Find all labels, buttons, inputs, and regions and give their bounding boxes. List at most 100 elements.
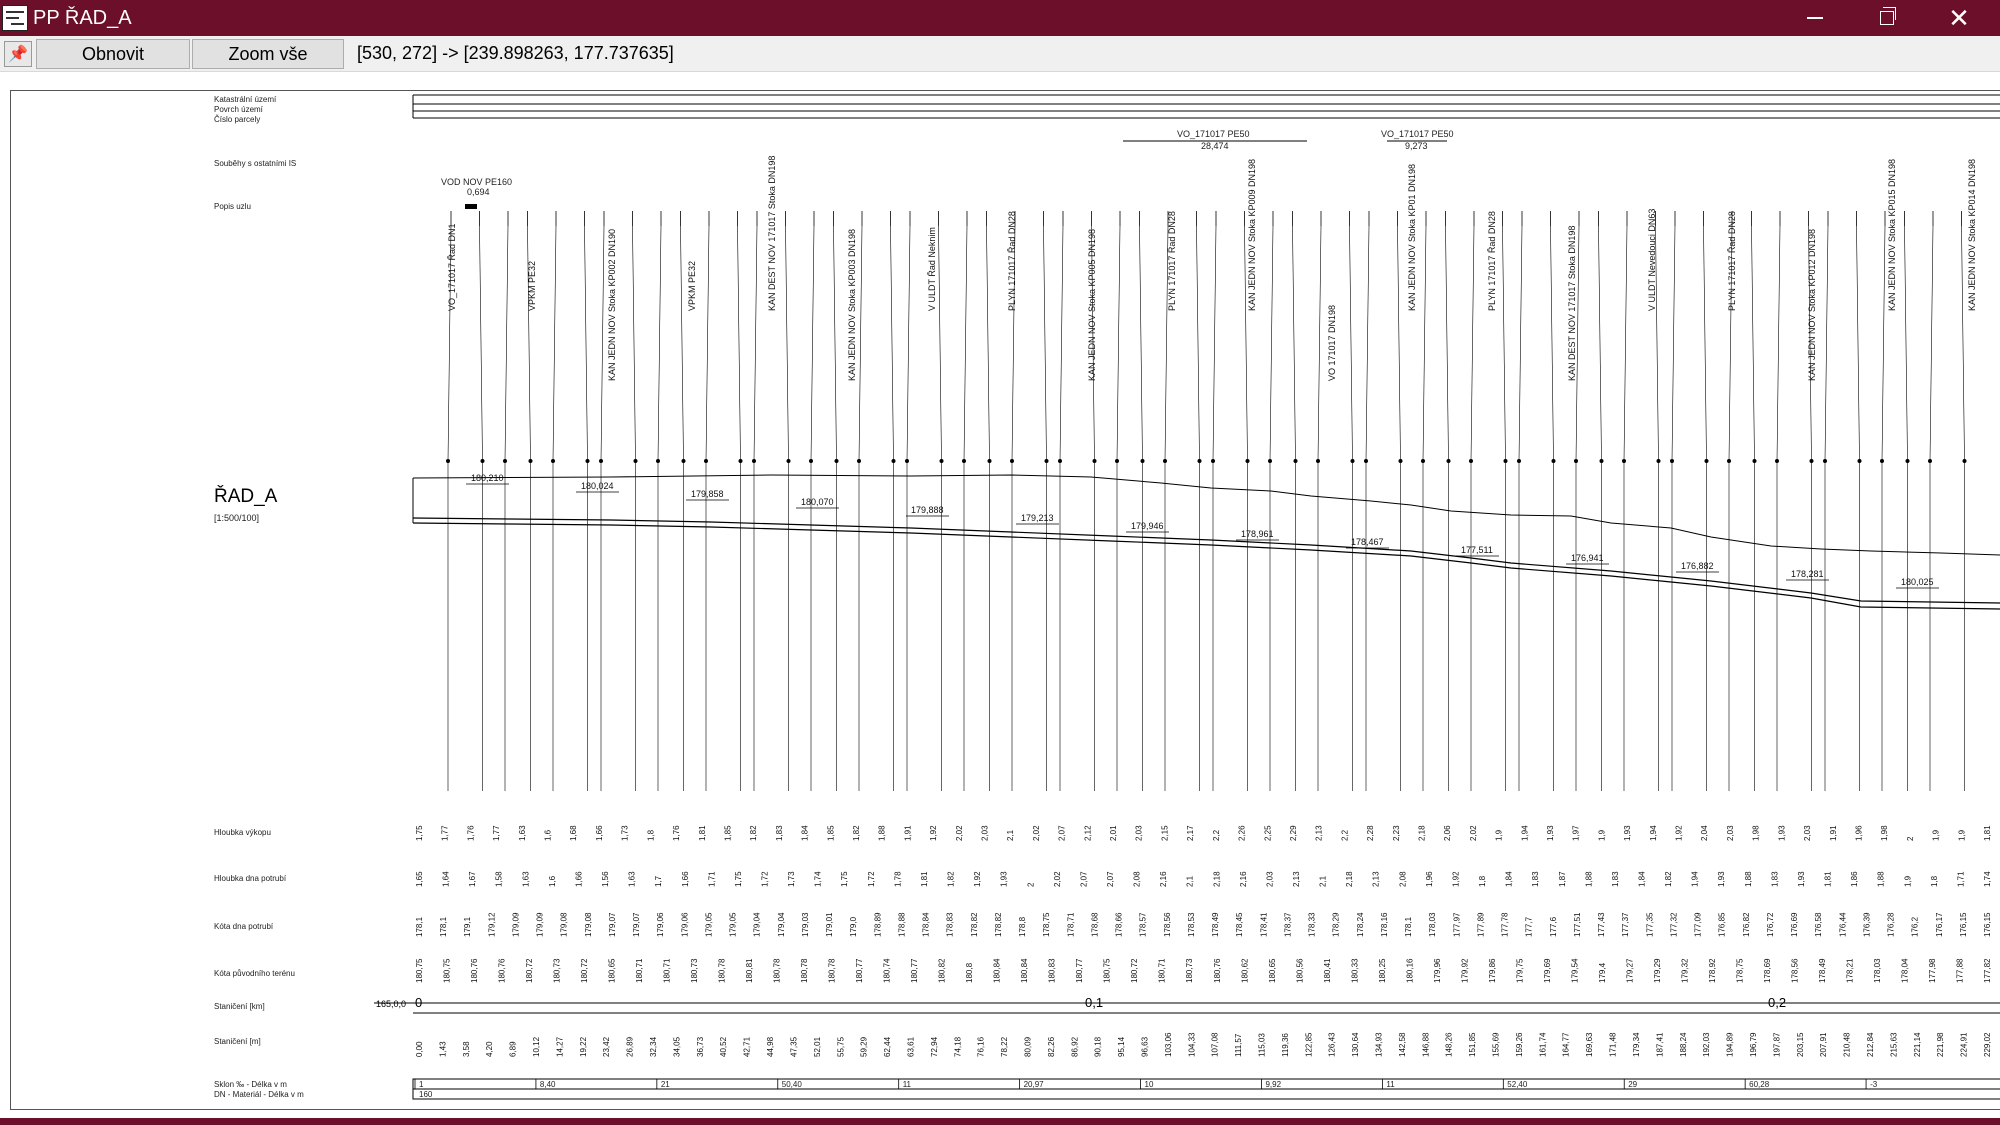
- pipe-depth-value: 2,1: [1186, 875, 1195, 887]
- depth-value: 1,75: [415, 825, 424, 841]
- pipe-level-value: 179,06: [656, 912, 665, 937]
- node-label: KAN JEDN NOV Stoka KP005 DN198: [1087, 229, 1097, 381]
- pin-button[interactable]: 📌: [4, 41, 32, 67]
- minimize-button[interactable]: [1780, 0, 1850, 36]
- pipe-depth-value: 1,75: [734, 871, 743, 887]
- pipe-level-value: 178,84: [922, 912, 931, 937]
- terrain-level-value: 180,77: [855, 958, 864, 983]
- pipe-level-value: 178,16: [1380, 912, 1389, 937]
- station-m-value: 107,08: [1211, 1032, 1220, 1057]
- crossing-label: VO_171017 PE50: [1177, 129, 1250, 139]
- pipe-depth-value: 1,66: [574, 871, 583, 887]
- depth-value: 1,85: [826, 825, 835, 841]
- station-m-value: 146,88: [1421, 1032, 1430, 1057]
- leader-line: [1212, 225, 1217, 462]
- node-labels: VO_171017 Řad DN1 VPKM PE32 KAN JEDN NOV S…: [447, 156, 1977, 381]
- pipe-level-value: 179,0: [849, 916, 858, 937]
- pipe-level-value: 178,1: [415, 916, 424, 937]
- terrain-level-value: 178,69: [1763, 958, 1772, 983]
- depth-value: 1,96: [1854, 825, 1863, 841]
- station-m-value: 115,03: [1258, 1033, 1267, 1057]
- pipe-level-value: 179,04: [777, 912, 786, 937]
- station-m-value: 171,48: [1609, 1032, 1618, 1057]
- pipe-level-value: 178,89: [873, 912, 882, 937]
- node-label: PLYN 171017 Řad DN28: [1167, 211, 1177, 311]
- node-label: VPKM PE32: [687, 261, 697, 311]
- elevation-callout: 176,941: [1571, 553, 1604, 563]
- leader-line: [1550, 225, 1554, 462]
- terrain-level-value: 180,78: [828, 958, 837, 983]
- leader-line: [1904, 225, 1908, 462]
- pipe-depth-value: 1,93: [1797, 871, 1806, 887]
- pipe-depth-value: 1,88: [1744, 871, 1753, 887]
- station-m-value: 179,34: [1632, 1032, 1641, 1057]
- station-m-value: 76,16: [977, 1036, 986, 1057]
- terrain-level-value: 178,21: [1845, 958, 1854, 983]
- station-m-value: 90,18: [1094, 1036, 1103, 1057]
- station-m-value: 44,98: [766, 1036, 775, 1057]
- pipe-level-value: 177,32: [1669, 912, 1678, 937]
- coordinate-readout: [530, 272] -> [239.898263, 177.737635]: [357, 43, 674, 63]
- terrain-level-value: 180,33: [1350, 958, 1359, 983]
- node-label: KAN JEDN NOV Stoka KP01 DN198: [1407, 164, 1417, 311]
- pipe-depth-value: 1,58: [495, 871, 504, 887]
- zoom-all-button[interactable]: Zoom vše: [192, 39, 344, 69]
- terrain-level-value: 180,41: [1323, 958, 1332, 983]
- elevation-callout: 178,281: [1791, 569, 1824, 579]
- pipe-depth-value: 1,96: [1425, 871, 1434, 887]
- depth-value: 2,07: [1058, 825, 1067, 841]
- terrain-level-value: 180,78: [718, 958, 727, 983]
- pipe-depth-value: 1,88: [1584, 871, 1593, 887]
- pipe-level-value: 178,57: [1139, 912, 1148, 937]
- terrain-level-value: 180,75: [1103, 958, 1112, 983]
- pipe-level-value: 176,58: [1814, 912, 1823, 937]
- header-row-label: Číslo parcely: [214, 115, 260, 124]
- profile-table-labels: Hloubka výkopu Hloubka dna potrubí Kóta …: [214, 828, 304, 1099]
- station-m-value: 55,75: [836, 1036, 845, 1057]
- depth-value: 2,26: [1238, 825, 1247, 841]
- header-table: [412, 94, 2000, 119]
- profile-chart-icon[interactable]: [2, 5, 28, 31]
- pipe-depth-value: 1,81: [920, 871, 929, 887]
- slope-segment: 52,40: [1507, 1080, 1528, 1089]
- table-row-label: Staničení [m]: [214, 1037, 261, 1046]
- terrain-level-value: 178,56: [1790, 958, 1799, 983]
- depth-value: 1,82: [852, 825, 861, 841]
- depth-value: 2,03: [1726, 825, 1735, 841]
- leader-line: [504, 225, 509, 462]
- refresh-button[interactable]: Obnovit: [36, 39, 190, 69]
- pipe-level-value: 176,72: [1766, 912, 1775, 937]
- depth-value: 1,84: [801, 825, 810, 841]
- pipe-level-value: 178,56: [1163, 912, 1172, 937]
- close-button[interactable]: ✕: [1924, 0, 1994, 36]
- terrain-level-value: 177,98: [1928, 958, 1937, 983]
- elevation-callouts: 180,210 180,024 179,858 180,070 179,888 179,2…: [466, 473, 1939, 589]
- crossing-length: 9,273: [1405, 141, 1428, 151]
- pipe-level-value: 179,08: [560, 912, 569, 937]
- station-m-value: 86,92: [1070, 1036, 1079, 1057]
- pipe-level-value: 178,45: [1235, 912, 1244, 937]
- pipe-level-value: 179,07: [608, 912, 617, 937]
- profile-canvas[interactable]: Katastrální území Povrch území Číslo par…: [10, 90, 2000, 1110]
- depth-value: 1,76: [466, 825, 475, 841]
- pipe-level-value: 179,05: [729, 912, 738, 937]
- restore-button[interactable]: [1852, 0, 1922, 36]
- pipe-depth-value: 1,73: [787, 871, 796, 887]
- depth-value: 2,03: [1803, 825, 1812, 841]
- pipe-level-value: 178,41: [1259, 912, 1268, 937]
- station-m-value: 164,77: [1562, 1032, 1571, 1057]
- slope-segment: 10: [1145, 1080, 1154, 1089]
- leader-line: [1502, 225, 1506, 462]
- km-mark: 0,2: [1768, 995, 1786, 1010]
- station-m-value: 82,26: [1047, 1036, 1056, 1057]
- pipe-level-value: 177,6: [1549, 916, 1558, 937]
- depth-value: 1,81: [698, 825, 707, 841]
- station-m-value: 142,58: [1398, 1032, 1407, 1057]
- longitudinal-profile-drawing[interactable]: Katastrální území Povrch území Číslo par…: [11, 91, 2000, 1110]
- pipe-depth-value: 1,56: [601, 871, 610, 887]
- pipe-depth-value: 2: [1026, 882, 1035, 887]
- node-label: PLYN 171017 Řad DN28: [1487, 211, 1497, 311]
- table-row-label: Hloubka dna potrubí: [214, 874, 287, 883]
- station-m-value: 134,93: [1375, 1032, 1384, 1057]
- profile-title: ŘAD_A: [214, 485, 278, 507]
